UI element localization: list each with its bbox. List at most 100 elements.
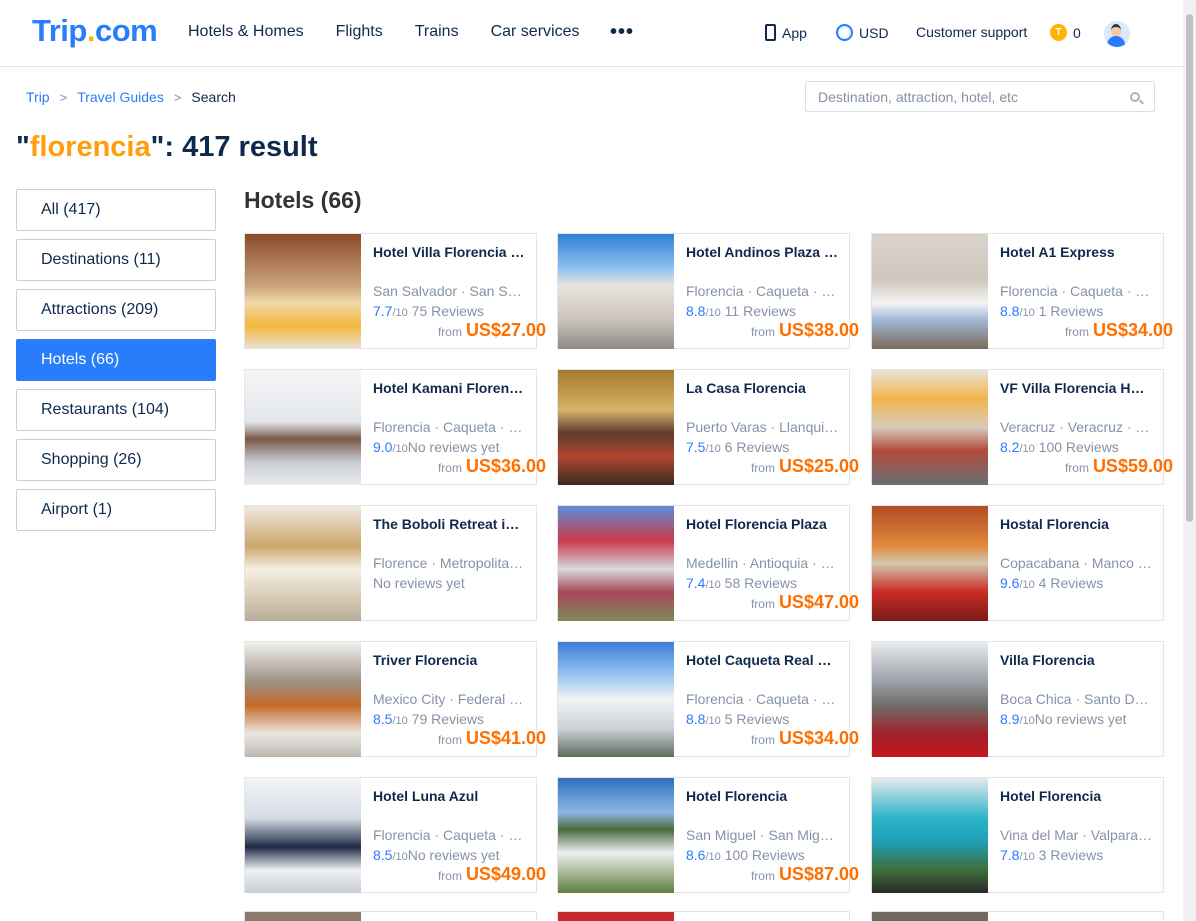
phone-icon [765,24,776,41]
rating-scale: /10 [1019,715,1035,727]
trip-logo[interactable]: Trip.com [32,13,158,49]
hotel-card[interactable]: Villa Florencia Boca Chica · Santo D… 8.9/… [871,641,1164,757]
breadcrumb: Trip > Travel Guides > Search [26,89,236,105]
hotel-name[interactable]: Triver Florencia [373,652,530,668]
hotel-thumbnail [872,778,988,893]
hotel-card[interactable]: Hotel Kamani Floren… Florencia · Caqueta … [244,369,546,485]
hotel-name[interactable]: Hotel Florencia Plaza [686,516,843,532]
rating-score: 7.5 [686,439,706,455]
hotel-name[interactable]: La Casa Florencia [686,380,843,396]
rating-score: 7.7 [373,303,393,319]
rating-scale: /10 [392,307,408,319]
hotel-price: from US$41.00 [246,728,546,749]
sidebar-item-airport[interactable]: Airport (1) [16,489,216,531]
sidebar-item-shopping[interactable]: Shopping (26) [16,439,216,481]
hotel-location: Florencia · Caqueta · … [686,691,836,707]
rating-scale: /10 [705,579,721,591]
hotel-card[interactable]: Hotel Villa Florencia … San Salvador · Sa… [244,233,546,349]
hotel-name[interactable]: The Boboli Retreat i… [373,516,530,532]
currency-selector[interactable]: USD [836,24,889,41]
hotel-card[interactable]: Hostal Florencia Copacabana · Manco … 9.6/… [871,505,1164,621]
review-count: 1 Reviews [1034,303,1104,319]
globe-icon [836,24,853,41]
price-amount: US$38.00 [778,320,859,340]
trip-coins[interactable]: T 0 [1050,24,1081,41]
rating-scale: /10 [1019,443,1035,455]
hotel-card[interactable]: Hotel Caqueta Real … Florencia · Caqueta … [557,641,859,757]
hotel-location: Florencia · Caqueta · … [373,827,523,843]
nav-car-services[interactable]: Car services [491,23,580,41]
page-scrollbar[interactable] [1183,0,1196,921]
rating-scale: /10 [1019,579,1035,591]
review-count: 100 Reviews [1034,439,1119,455]
search-box [805,81,1155,112]
hotel-thumbnail [245,912,361,921]
hotel-name[interactable]: Hotel Florencia [1000,788,1157,804]
price-amount: US$34.00 [1092,320,1173,340]
hotel-card[interactable]: Hotel Florencia Vina del Mar · Valpara… 7.… [871,777,1164,893]
currency-label: USD [859,24,889,41]
hotel-thumbnail [872,912,988,921]
rating-score: 8.6 [686,847,706,863]
hotel-name[interactable]: Hotel Luna Azul [373,788,530,804]
hotel-card[interactable]: Hotel Florencia Plaza Medellin · Antioqui… [557,505,859,621]
hotel-name[interactable]: Villa Florencia [1000,652,1157,668]
logo-tld: com [94,13,158,48]
hotel-card-partial[interactable] [557,911,850,921]
rating-score: 9.0 [373,439,393,455]
hotel-name[interactable]: VF Villa Florencia H… [1000,380,1157,396]
price-from-label: from [1064,325,1089,339]
scrollbar-thumb[interactable] [1186,14,1193,522]
hotel-name[interactable]: Hotel A1 Express [1000,244,1157,260]
hotel-card[interactable]: VF Villa Florencia H… Veracruz · Veracruz… [871,369,1173,485]
hotel-name[interactable]: Hotel Caqueta Real … [686,652,843,668]
price-amount: US$87.00 [778,864,859,884]
breadcrumb-current: Search [191,89,236,105]
breadcrumb-trip[interactable]: Trip [26,89,50,105]
rating-scale: /10 [1019,851,1035,863]
sidebar-item-all[interactable]: All (417) [16,189,216,231]
breadcrumb-travel-guides[interactable]: Travel Guides [77,89,164,105]
hotel-name[interactable]: Hotel Villa Florencia … [373,244,530,260]
price-amount: US$59.00 [1092,456,1173,476]
review-count: 5 Reviews [720,711,790,727]
hotel-card-partial[interactable] [871,911,1164,921]
hotel-name[interactable]: Hostal Florencia [1000,516,1157,532]
nav-flights[interactable]: Flights [336,23,383,41]
sidebar-item-hotels[interactable]: Hotels (66) [16,339,216,381]
category-sidebar: All (417) Destinations (11) Attractions (2… [16,189,216,539]
search-icon[interactable] [1130,92,1140,102]
more-menu-icon[interactable]: ••• [610,22,634,42]
nav-hotels-homes[interactable]: Hotels & Homes [188,23,304,41]
sidebar-item-restaurants[interactable]: Restaurants (104) [16,389,216,431]
hotel-card[interactable]: Hotel Andinos Plaza … Florencia · Caqueta… [557,233,859,349]
top-header: Trip.com Hotels & Homes Flights Trains C… [0,0,1183,67]
price-from-label: from [750,869,775,883]
hotel-name[interactable]: Hotel Florencia [686,788,843,804]
hotel-price: from US$27.00 [246,320,546,341]
nav-trains[interactable]: Trains [415,23,459,41]
sidebar-item-attractions[interactable]: Attractions (209) [16,289,216,331]
rating-scale: /10 [705,443,721,455]
rating-score: 8.8 [686,711,706,727]
hotel-card[interactable]: La Casa Florencia Puerto Varas · Llanqui…… [557,369,859,485]
rating-score: 8.5 [373,847,393,863]
hotel-card[interactable]: Triver Florencia Mexico City · Federal … 8… [244,641,546,757]
user-avatar-icon[interactable] [1104,21,1130,47]
hotel-rating: 8.8/10 11 Reviews [686,303,796,319]
customer-support-link[interactable]: Customer support [916,24,1027,40]
hotel-card[interactable]: Hotel Florencia San Miguel · San Mig… 8.6/… [557,777,859,893]
hotel-location: San Salvador · San S… [373,283,522,299]
rating-scale: /10 [705,715,721,727]
search-input[interactable] [806,82,1106,111]
hotel-card[interactable]: Hotel A1 Express Florencia · Caqueta · … 8… [871,233,1173,349]
app-link[interactable]: App [765,24,807,41]
rating-scale: /10 [392,851,408,863]
hotel-card-partial[interactable] [244,911,537,921]
hotel-name[interactable]: Hotel Kamani Floren… [373,380,530,396]
sidebar-item-destinations[interactable]: Destinations (11) [16,239,216,281]
hotel-thumbnail [558,912,674,921]
hotel-name[interactable]: Hotel Andinos Plaza … [686,244,843,260]
hotel-card[interactable]: Hotel Luna Azul Florencia · Caqueta · … 8.… [244,777,546,893]
hotel-card[interactable]: The Boboli Retreat i… Florence · Metropol… [244,505,537,621]
